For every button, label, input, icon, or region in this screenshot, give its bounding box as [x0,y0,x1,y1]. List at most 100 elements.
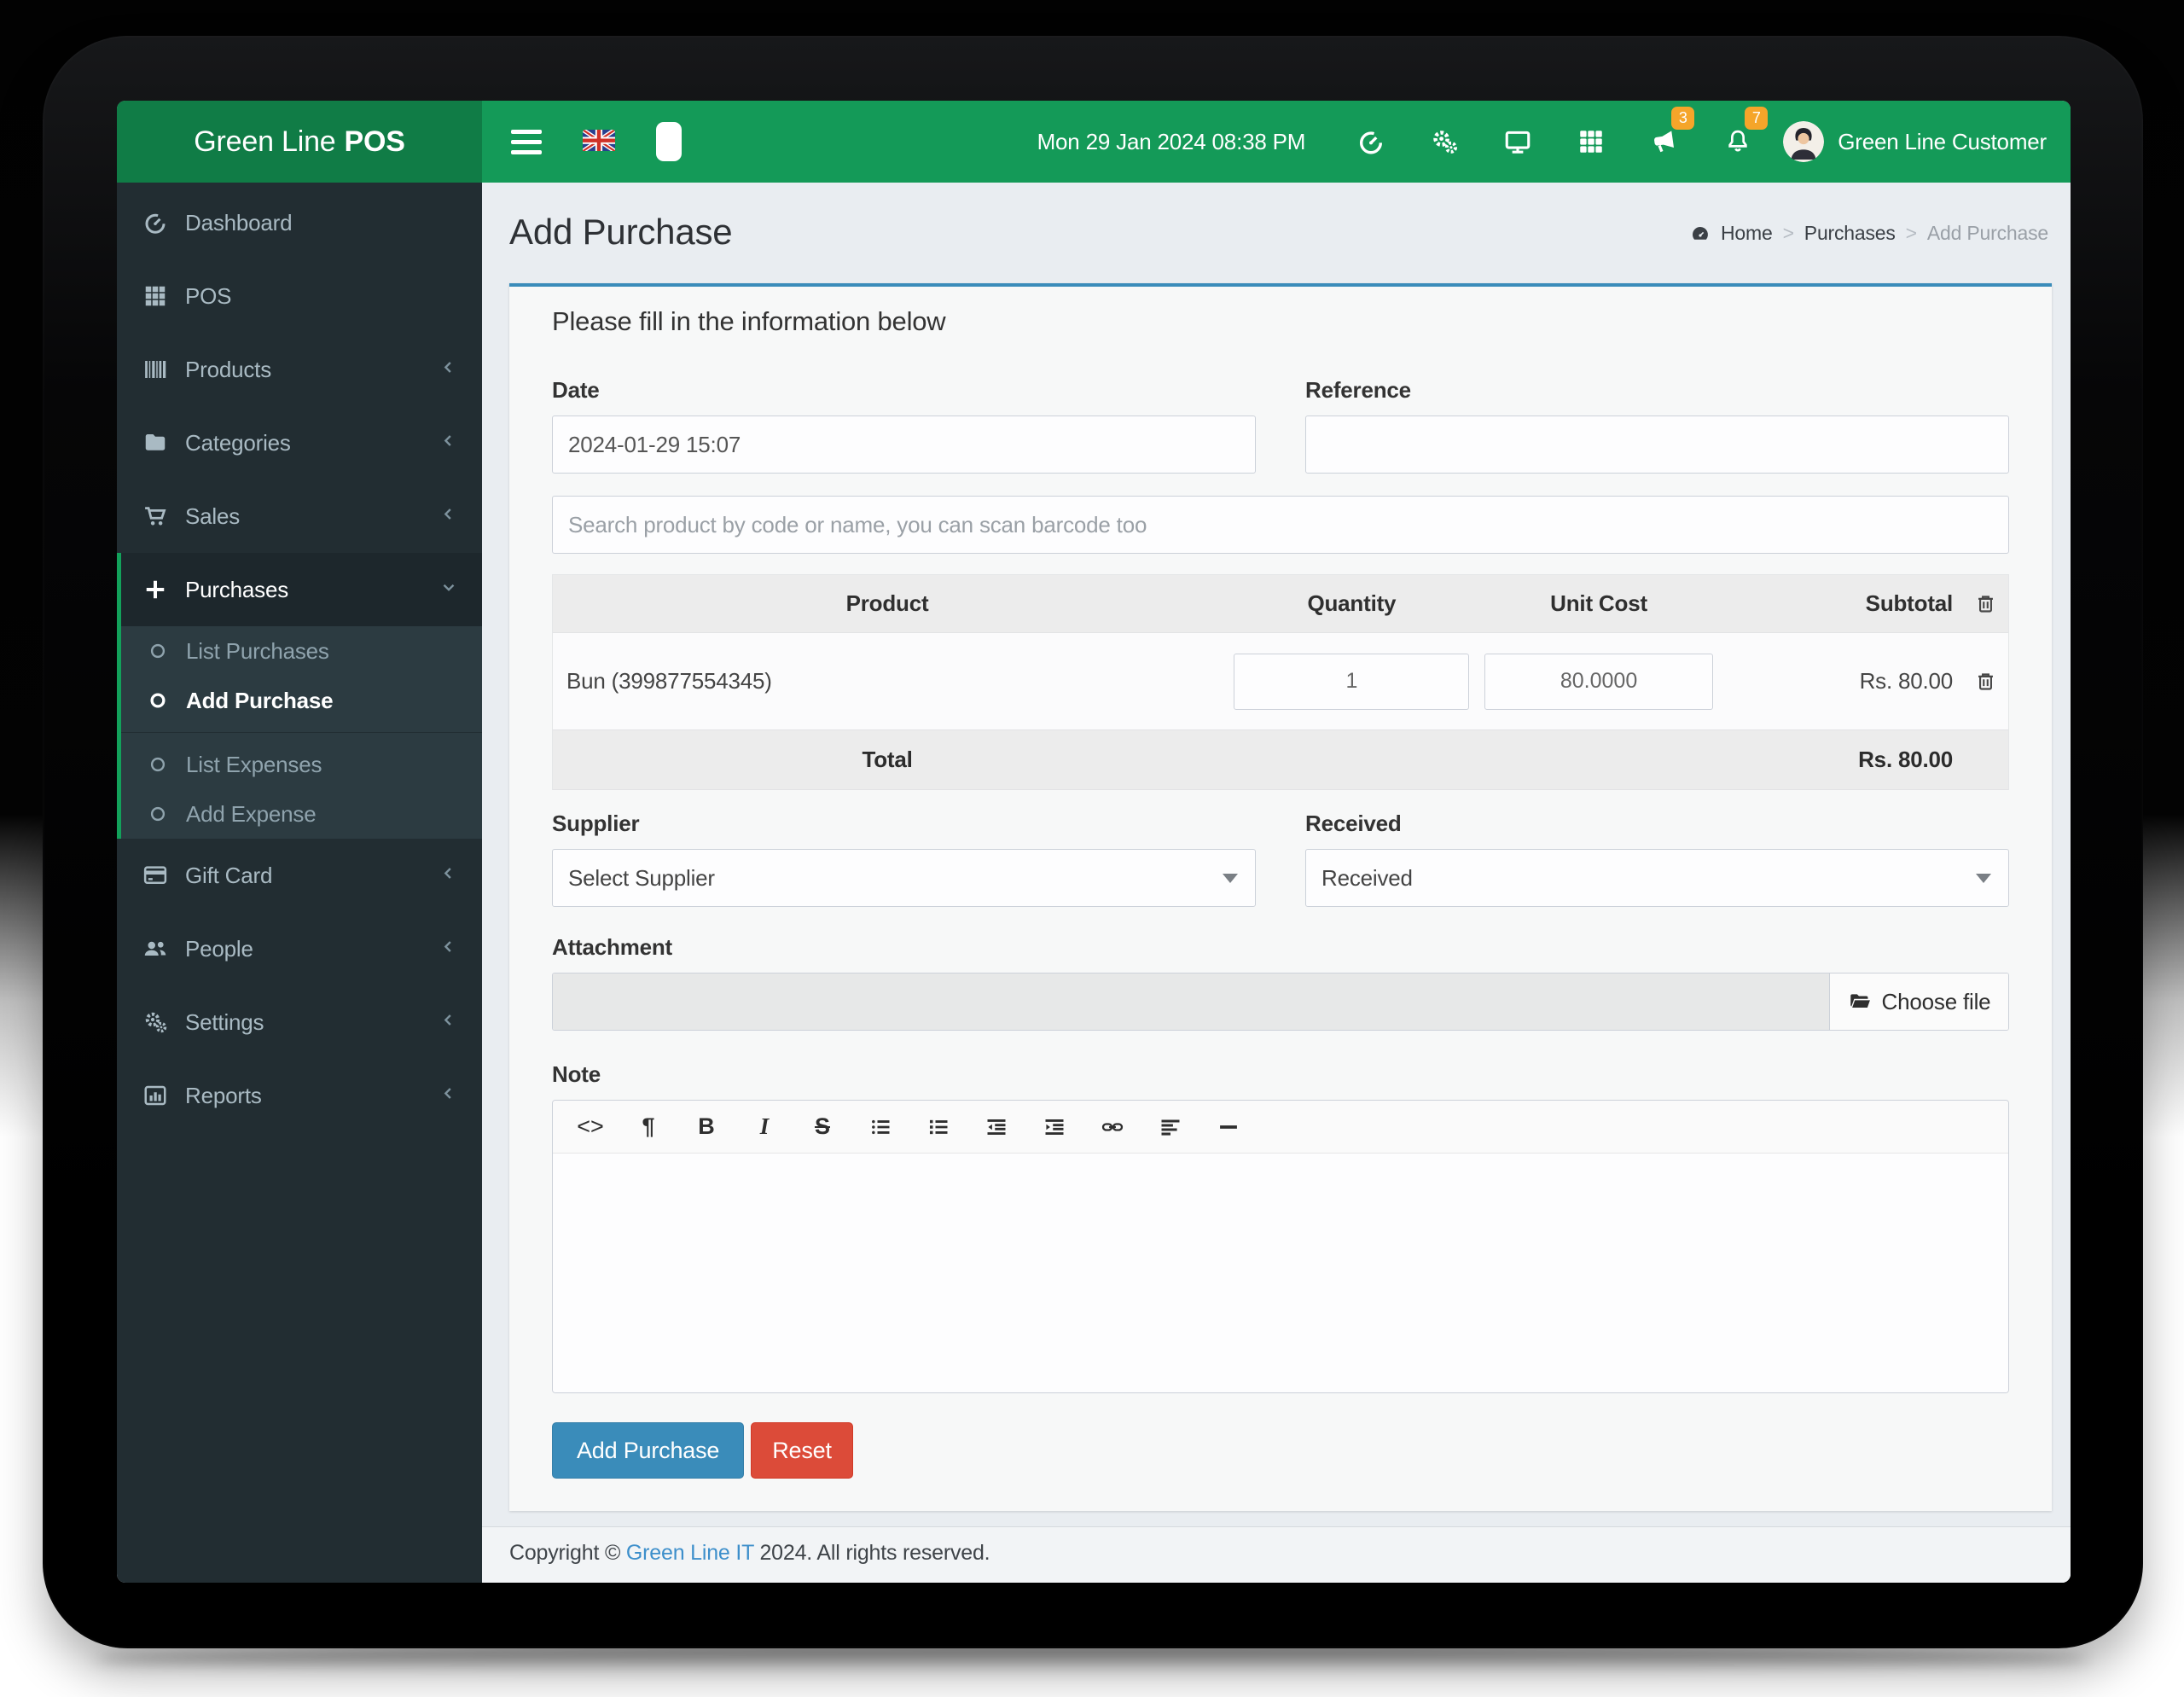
table-total-row: Total Rs. 80.00 [553,730,2008,790]
supplier-selected-value: Select Supplier [568,864,715,891]
sidebar-item-categories[interactable]: Categories [117,406,482,479]
list-ul-icon [872,1119,890,1134]
quantity-input[interactable] [1234,653,1470,710]
card-heading: Please fill in the information below [552,306,946,336]
trash-icon [1978,673,1993,690]
code-view-button[interactable]: <> [561,1101,619,1154]
breadcrumb-purchases[interactable]: Purchases [1804,222,1896,245]
sidebar-item-products[interactable]: Products [117,333,482,406]
unit-cost-input[interactable] [1484,653,1714,710]
sidebar-item-add-expense[interactable]: Add Expense [121,789,482,839]
product-search-input[interactable] [552,496,2009,554]
strikethrough-button[interactable]: S [793,1101,851,1154]
choose-file-button[interactable]: Choose file [1829,973,2008,1030]
notifications-bell-icon[interactable]: 7 [1701,107,1774,156]
announcements-megaphone-icon[interactable]: 3 [1628,107,1701,156]
home-gauge-icon [1693,226,1708,240]
sidebar-item-dashboard[interactable]: Dashboard [117,186,482,259]
barcode-icon [141,357,170,382]
copyright-prefix: Copyright © [509,1541,626,1565]
user-name[interactable]: Green Line Customer [1838,129,2047,155]
main-content: Add Purchase Home > Purchases > Add Purc… [482,183,2071,1583]
sidebar-item-purchases[interactable]: Purchases [121,553,482,626]
brand-logo[interactable]: Green Line POS [117,101,482,183]
sidebar-item-add-purchase[interactable]: Add Purchase [121,676,482,725]
circle-icon [147,805,169,823]
caret-down-icon [1223,874,1238,883]
cart-icon [141,503,170,529]
apps-grid-icon[interactable] [1554,127,1628,156]
fullscreen-icon[interactable] [656,122,682,161]
purchase-items-table: Product Quantity Unit Cost Subtotal Bun … [552,574,2009,790]
breadcrumb-home[interactable]: Home [1721,222,1773,245]
sidebar-item-pos[interactable]: POS [117,259,482,333]
breadcrumb-separator: > [1905,222,1917,244]
indent-button[interactable] [1025,1101,1083,1154]
link-button[interactable] [1083,1101,1141,1154]
sidebar: Dashboard POS Products Categories Sales … [117,183,482,1583]
supplier-select[interactable]: Select Supplier [552,849,1256,907]
date-input[interactable] [552,416,1256,474]
circle-icon [147,755,169,774]
sidebar-item-gift-card[interactable]: Gift Card [117,839,482,912]
content-header: Add Purchase Home > Purchases > Add Purc… [482,183,2071,253]
ordered-list-button[interactable] [909,1101,967,1154]
user-avatar[interactable] [1783,121,1825,162]
sidebar-item-reports[interactable]: Reports [117,1059,482,1132]
monitor-icon[interactable] [1481,127,1554,156]
attachment-file-input[interactable]: Choose file [552,973,2009,1031]
gauge-icon [141,210,170,235]
link-icon [1101,1122,1124,1131]
company-link[interactable]: Green Line IT [626,1541,754,1565]
paragraph-style-button[interactable]: ¶ [619,1101,677,1154]
sidebar-item-settings[interactable]: Settings [117,985,482,1059]
reset-button[interactable]: Reset [751,1422,853,1479]
uk-flag-icon[interactable] [583,130,615,154]
plus-icon [141,577,170,602]
outdent-button[interactable] [967,1101,1025,1154]
col-header-quantity: Quantity [1307,590,1397,616]
dashboard-gauge-icon[interactable] [1334,127,1408,156]
brand-name: Green Line [194,125,336,158]
unordered-list-button[interactable] [851,1101,909,1154]
delete-row-button[interactable] [1974,670,1997,693]
chevron-left-icon [439,1084,458,1107]
folder-icon [141,430,170,456]
credit-card-icon [141,863,170,888]
breadcrumb: Home > Purchases > Add Purchase [1690,222,2048,245]
date-label: Date [552,377,600,403]
note-editor-body[interactable] [553,1154,2008,1392]
chevron-left-icon [439,358,458,381]
received-select[interactable]: Received [1305,849,2009,907]
app-footer: Copyright © Green Line IT 2024. All righ… [482,1526,2071,1583]
chevron-left-icon [439,938,458,961]
sidebar-item-list-expenses[interactable]: List Expenses [121,740,482,789]
chevron-left-icon [439,432,458,455]
total-value: Rs. 80.00 [1858,747,1954,772]
horizontal-rule-button[interactable] [1199,1101,1258,1154]
pos-settings-cogs-icon[interactable] [1408,127,1481,156]
clock-datetime: Mon 29 Jan 2024 08:38 PM [1037,128,1306,154]
align-left-button[interactable] [1141,1101,1199,1154]
bar-chart-icon [141,1083,170,1108]
sidebar-item-list-purchases[interactable]: List Purchases [121,626,482,676]
col-header-product: Product [845,590,929,616]
file-value-area [553,973,1829,1030]
sidebar-item-sales[interactable]: Sales [117,479,482,553]
add-purchase-button[interactable]: Add Purchase [552,1422,745,1479]
chevron-left-icon [439,505,458,528]
sidebar-toggle-icon[interactable] [511,129,542,154]
folder-open-icon [1850,994,1870,1008]
circle-icon [147,691,169,710]
sidebar-item-people[interactable]: People [117,912,482,985]
submenu-divider [121,732,482,733]
breadcrumb-current: Add Purchase [1926,222,2048,244]
bold-button[interactable]: B [677,1101,735,1154]
italic-button[interactable]: I [735,1101,793,1154]
attachment-label: Attachment [552,934,673,960]
users-icon [141,936,170,962]
navbar-right: Mon 29 Jan 2024 08:38 PM 3 7 Green Line … [1037,101,2071,183]
horizontal-rule-icon [1220,1125,1237,1129]
reference-input[interactable] [1305,416,2009,474]
row-subtotal: Rs. 80.00 [1859,668,1954,694]
